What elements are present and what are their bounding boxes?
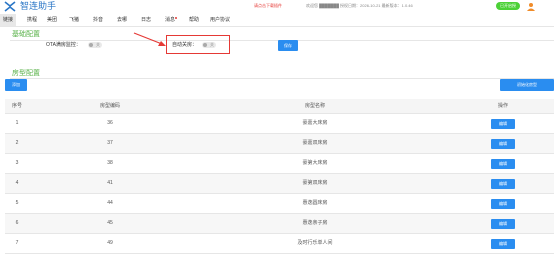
- row-name: 惠逸圆床房: [302, 200, 328, 206]
- row-code: 37: [107, 140, 113, 146]
- row-name: 及时行乐单人间: [297, 240, 333, 246]
- edit-button[interactable]: 编辑: [491, 239, 515, 249]
- nav-item-agreement[interactable]: 用户协议: [208, 14, 232, 26]
- app-name: 智连助手: [20, 1, 57, 11]
- auto-close-toggle[interactable]: 关: [202, 42, 216, 48]
- row-code: 44: [107, 200, 113, 206]
- nav-item-fliggy[interactable]: 飞猪: [66, 14, 82, 26]
- table-row: 6 45 惠逸亲子房 编辑: [5, 214, 554, 234]
- save-button[interactable]: 保存: [278, 40, 298, 51]
- init-room-types-button[interactable]: 初始化房型: [500, 79, 554, 91]
- unread-dot: [175, 17, 177, 19]
- row-no: 6: [15, 220, 19, 226]
- toggle-knob: [89, 43, 93, 47]
- edit-button[interactable]: 编辑: [491, 199, 515, 209]
- row-code: 36: [107, 120, 113, 126]
- row-name: 豪嘉大床房: [302, 120, 328, 126]
- nav-item-link[interactable]: 链接: [0, 14, 16, 26]
- row-code: 45: [107, 220, 113, 226]
- user-icon[interactable]: [526, 2, 536, 11]
- row-no: 2: [15, 140, 19, 146]
- toggle-off-label: 关: [210, 42, 214, 47]
- divider: [10, 78, 554, 79]
- toggle-off-label: 关: [96, 42, 100, 47]
- table-header: 序号 房型编码 房型名称 操作: [5, 99, 554, 114]
- table-row: 7 49 及时行乐单人间 编辑: [5, 234, 554, 254]
- table-row: 3 38 豪第大床房 编辑: [5, 154, 554, 174]
- row-name: 惠逸亲子房: [302, 220, 328, 226]
- edit-button[interactable]: 编辑: [491, 179, 515, 189]
- auto-open-toggle[interactable]: 已开启授: [496, 2, 520, 10]
- table-row: 1 36 豪嘉大床房 编辑: [5, 114, 554, 134]
- edit-button[interactable]: 编辑: [491, 159, 515, 169]
- row-name: 豪第大床房: [302, 160, 328, 166]
- row-no: 1: [15, 120, 19, 126]
- row-code: 49: [107, 240, 113, 246]
- nav-item-ctrip[interactable]: 携程: [24, 14, 40, 26]
- edit-button[interactable]: 编辑: [491, 219, 515, 229]
- col-header-name: 房型名称: [304, 103, 325, 109]
- basic-config-title: 基础配置: [12, 31, 40, 38]
- toggle-knob: [203, 43, 207, 47]
- table-row: 4 41 豪第双床房 编辑: [5, 174, 554, 194]
- nav-item-qunar[interactable]: 去哪: [114, 14, 130, 26]
- row-name: 豪嘉双床房: [302, 140, 328, 146]
- nav-item-douyin[interactable]: 抖音: [90, 14, 106, 26]
- row-code: 41: [107, 180, 113, 186]
- row-no: 3: [15, 160, 19, 166]
- nav-item-messages[interactable]: 消息: [162, 14, 180, 26]
- main-nav: 链接 携程 美团 飞猪 抖音 去哪 日志 消息 帮助 用户协议: [0, 14, 554, 27]
- edit-button[interactable]: 编辑: [491, 139, 515, 149]
- row-no: 7: [15, 240, 19, 246]
- auto-close-label: 自动关房：: [172, 42, 198, 48]
- ota-monitor-toggle[interactable]: 关: [88, 42, 102, 48]
- nav-item-help[interactable]: 帮助: [186, 14, 202, 26]
- user-info: 欢迎您 ███████ 授权日期：2026-10-21 最新版本：1.0.46: [306, 3, 413, 8]
- row-name: 豪第双床房: [302, 180, 328, 186]
- col-header-action: 操作: [497, 103, 508, 109]
- room-config-title: 房型配置: [12, 70, 40, 77]
- nav-item-log[interactable]: 日志: [138, 14, 154, 26]
- row-no: 5: [15, 200, 19, 206]
- col-header-code: 房型编码: [99, 103, 120, 109]
- app-logo-icon: [4, 1, 16, 12]
- row-code: 38: [107, 160, 113, 166]
- row-no: 4: [15, 180, 19, 186]
- app-header: 智连助手 请点击下载插件 欢迎您 ███████ 授权日期：2026-10-21…: [0, 0, 554, 13]
- download-plugin-link[interactable]: 请点击下载插件: [254, 3, 282, 9]
- edit-button[interactable]: 编辑: [491, 119, 515, 129]
- ota-monitor-label: OTA满房监控：: [46, 42, 81, 48]
- table-row: 2 37 豪嘉双床房 编辑: [5, 134, 554, 154]
- nav-item-meituan[interactable]: 美团: [44, 14, 60, 26]
- table-row: 5 44 惠逸圆床房 编辑: [5, 194, 554, 214]
- add-room-button[interactable]: 添加: [5, 79, 27, 91]
- col-header-no: 序号: [11, 103, 22, 109]
